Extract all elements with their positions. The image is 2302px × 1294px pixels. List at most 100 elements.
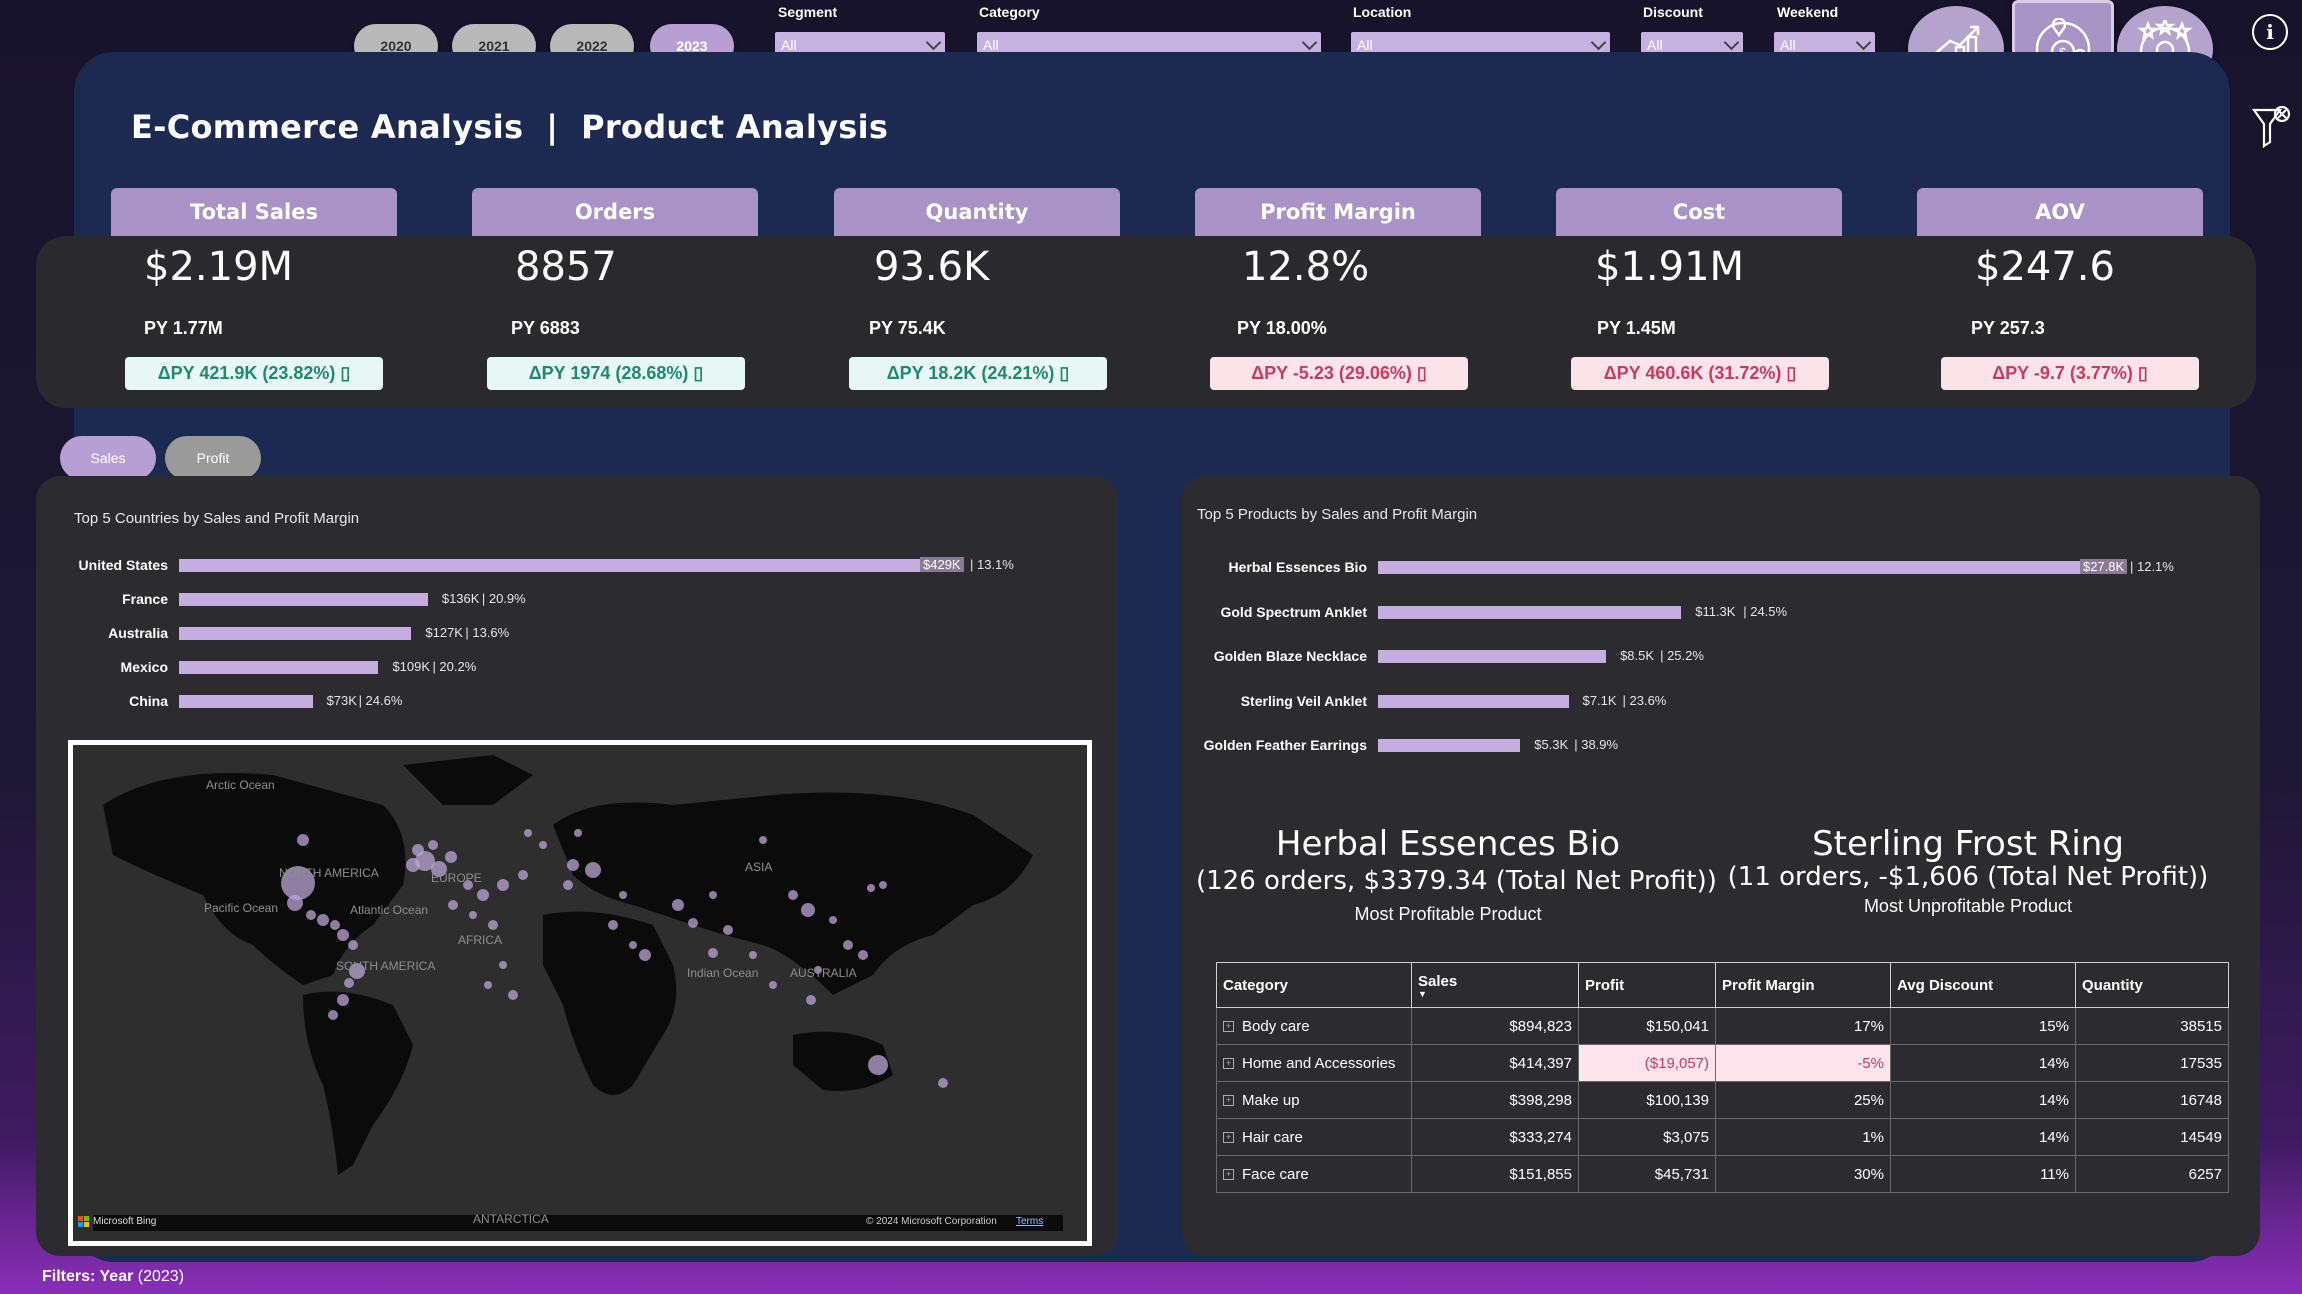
profit-toggle-button[interactable]: Profit [165,436,261,480]
bing-logo: Microsoft Bing [78,1216,156,1227]
map-label-asia: ASIA [745,860,773,874]
table-row[interactable]: + Make up $398,298 $100,139 25% 14% 16748 [1216,1081,2229,1119]
sort-desc-icon: ▼ [1418,988,1427,999]
bar[interactable] [179,695,313,708]
bar[interactable] [1378,694,1569,708]
kpi-profit-margin-label: Profit Margin [1195,188,1481,236]
cell-quantity: 17535 [2075,1044,2229,1082]
map-landmass [93,755,1063,1231]
kpi-cost-delta: ΔPY 460.6K (31.72%) ▯ [1571,357,1829,390]
table-row[interactable]: + Home and Accessories $414,397 ($19,057) -5… [1216,1044,2229,1082]
microsoft-logo-icon [78,1216,89,1227]
map-terms-link[interactable]: Terms [1016,1216,1043,1227]
col-header-profit-margin[interactable]: Profit Margin [1715,962,1891,1008]
bar-value-label: $109K [392,659,431,674]
map-label-north-america: NORTH AMERICA [279,866,379,880]
bar[interactable] [1378,739,1521,752]
expand-row-icon[interactable]: + [1223,1169,1234,1181]
cell-sales: $894,823 [1411,1007,1579,1045]
expand-row-icon[interactable]: + [1223,1095,1234,1107]
weekend-value: All [1780,37,1796,53]
table-row[interactable]: + Hair care $333,274 $3,075 1% 14% 14549 [1216,1118,2229,1156]
bar[interactable] [1378,605,1682,619]
chevron-down-icon [925,34,942,51]
kpi-cost-py: PY 1.45M [1597,318,1676,338]
cell-profit-margin: 30% [1715,1155,1891,1193]
kpi-cost-label: Cost [1556,188,1842,236]
most-unprofitable-product-detail: (11 orders, -$1,606 (Total Net Profit)) [1727,862,2209,892]
bar[interactable] [179,593,428,606]
expand-row-icon[interactable]: + [1223,1058,1234,1070]
map-copyright: © 2024 Microsoft Corporation [866,1216,997,1227]
bar-margin-label: | 13.6% [465,625,510,640]
kpi-aov-label: AOV [1917,188,2203,236]
cell-sales: $414,397 [1411,1044,1579,1082]
bar-margin-label: | 20.9% [481,591,526,606]
kpi-aov-value: $247.6 [1975,244,2115,290]
bar[interactable] [179,627,412,640]
kpi-orders-py: PY 6883 [511,318,580,338]
kpi-orders-label: Orders [472,188,758,236]
filters-footer-label: Filters: Year [42,1268,134,1285]
bar-margin-label: | 13.1% [970,557,1014,572]
segment-slicer-label: Segment [778,4,838,20]
category-name: Face care [1242,1165,1309,1183]
kpi-quantity-py: PY 75.4K [869,318,946,338]
most-unprofitable-product-name: Sterling Frost Ring [1812,824,2124,864]
world-map[interactable]: Arctic Ocean NORTH AMERICA EUROPE ASIA P… [68,740,1092,1246]
cell-quantity: 6257 [2075,1155,2229,1193]
cell-quantity: 38515 [2075,1007,2229,1045]
most-profitable-product-detail: (126 orders, $3379.34 (Total Net Profit)… [1196,866,1717,896]
col-header-avg-discount[interactable]: Avg Discount [1890,962,2076,1008]
cell-category: + Make up [1216,1081,1412,1119]
cell-avg-discount: 14% [1890,1081,2076,1119]
category-name: Body care [1242,1017,1310,1035]
kpi-total-sales-py: PY 1.77M [144,318,223,338]
bar[interactable] [1378,561,2124,574]
bar-category-label: Mexico [120,659,168,675]
chevron-down-icon [1590,34,1607,51]
col-header-sales-label: Sales [1418,972,1458,990]
bar-category-label: Sterling Veil Anklet [1240,692,1367,709]
bar-category-label: Australia [108,625,168,641]
location-value: All [1357,37,1373,53]
countries-chart-title: Top 5 Countries by Sales and Profit Marg… [74,510,360,527]
bar[interactable] [1378,650,1607,663]
page-title: E-Commerce Analysis | Product Analysis [131,108,889,146]
bar-value-label: $73K [326,693,357,708]
expand-row-icon[interactable]: + [1223,1021,1234,1033]
cell-profit: ($19,057) [1578,1044,1716,1082]
kpi-profit-margin-value: 12.8% [1242,244,1370,290]
table-row[interactable]: + Face care $151,855 $45,731 30% 11% 6257 [1216,1155,2229,1193]
info-icon[interactable]: i [2252,14,2288,50]
cell-profit-margin: 1% [1715,1118,1891,1156]
cell-profit: $3,075 [1578,1118,1716,1156]
col-header-category[interactable]: Category [1216,962,1412,1008]
table-header-row: Category Sales ▼ Profit Profit Margin Avg… [1216,962,2229,1008]
bar-value-label: $136K [441,591,480,606]
cell-profit: $100,139 [1578,1081,1716,1119]
bar[interactable] [179,559,964,572]
discount-slicer-label: Discount [1643,4,1703,20]
col-header-profit[interactable]: Profit [1578,962,1716,1008]
bar-value-label: $5.3K [1534,737,1569,752]
map-label-indian: Indian Ocean [687,966,759,980]
sales-toggle-button[interactable]: Sales [60,436,156,480]
bar[interactable] [179,661,379,674]
map-label-pacific: Pacific Ocean [204,901,279,915]
clear-filter-icon[interactable] [2252,104,2292,150]
table-row[interactable]: + Body care $894,823 $150,041 17% 15% 38515 [1216,1007,2229,1045]
kpi-total-sales-label: Total Sales [111,188,397,236]
cell-profit-margin: 25% [1715,1081,1891,1119]
col-header-sales[interactable]: Sales ▼ [1411,962,1579,1008]
category-name: Hair care [1242,1128,1303,1146]
map-label-arctic: Arctic Ocean [206,778,275,792]
map-label-australia: AUSTRALIA [790,966,857,980]
chevron-down-icon [1855,34,1872,51]
bar-margin-label: | 24.6% [358,693,403,708]
expand-row-icon[interactable]: + [1223,1132,1234,1144]
bar-value-label: $27.8K [2080,559,2128,574]
location-slicer-label: Location [1353,4,1412,20]
col-header-quantity[interactable]: Quantity [2075,962,2229,1008]
kpi-quantity-delta: ΔPY 18.2K (24.21%) ▯ [849,357,1107,390]
